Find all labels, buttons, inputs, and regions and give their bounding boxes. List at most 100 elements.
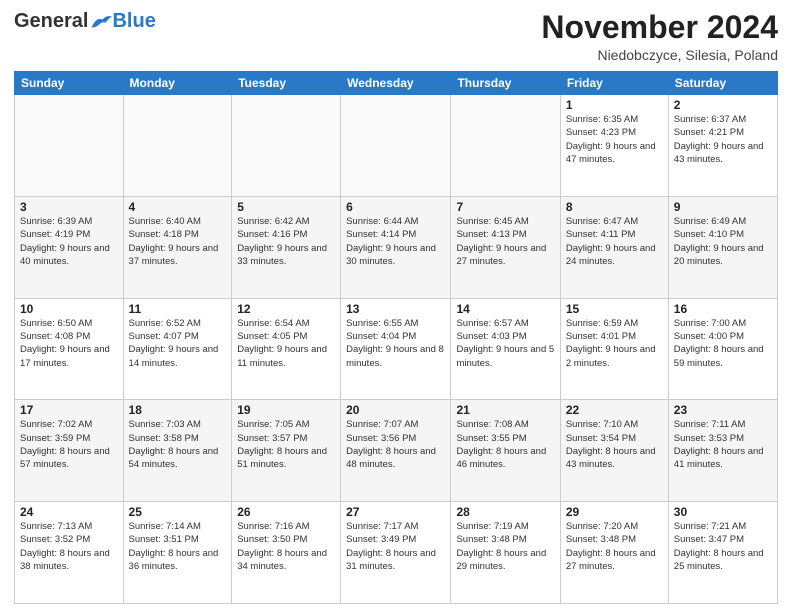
col-friday: Friday (560, 72, 668, 95)
day-number: 26 (237, 505, 335, 519)
day-info: Sunrise: 6:54 AM Sunset: 4:05 PM Dayligh… (237, 317, 335, 370)
day-info: Sunrise: 6:52 AM Sunset: 4:07 PM Dayligh… (129, 317, 227, 370)
logo-bird-icon (90, 13, 112, 31)
table-row: 12Sunrise: 6:54 AM Sunset: 4:05 PM Dayli… (232, 298, 341, 400)
title-block: November 2024 Niedobczyce, Silesia, Pola… (541, 10, 778, 63)
day-number: 6 (346, 200, 445, 214)
day-number: 16 (674, 302, 772, 316)
day-number: 25 (129, 505, 227, 519)
day-number: 2 (674, 98, 772, 112)
day-info: Sunrise: 7:19 AM Sunset: 3:48 PM Dayligh… (456, 520, 554, 573)
table-row: 18Sunrise: 7:03 AM Sunset: 3:58 PM Dayli… (123, 400, 232, 502)
calendar-week-3: 10Sunrise: 6:50 AM Sunset: 4:08 PM Dayli… (15, 298, 778, 400)
day-info: Sunrise: 7:21 AM Sunset: 3:47 PM Dayligh… (674, 520, 772, 573)
col-saturday: Saturday (668, 72, 777, 95)
table-row: 21Sunrise: 7:08 AM Sunset: 3:55 PM Dayli… (451, 400, 560, 502)
table-row: 29Sunrise: 7:20 AM Sunset: 3:48 PM Dayli… (560, 502, 668, 604)
table-row: 15Sunrise: 6:59 AM Sunset: 4:01 PM Dayli… (560, 298, 668, 400)
table-row: 26Sunrise: 7:16 AM Sunset: 3:50 PM Dayli… (232, 502, 341, 604)
day-info: Sunrise: 6:49 AM Sunset: 4:10 PM Dayligh… (674, 215, 772, 268)
day-number: 13 (346, 302, 445, 316)
location-subtitle: Niedobczyce, Silesia, Poland (541, 47, 778, 63)
col-thursday: Thursday (451, 72, 560, 95)
table-row: 16Sunrise: 7:00 AM Sunset: 4:00 PM Dayli… (668, 298, 777, 400)
day-info: Sunrise: 7:02 AM Sunset: 3:59 PM Dayligh… (20, 418, 118, 471)
calendar-table: Sunday Monday Tuesday Wednesday Thursday… (14, 71, 778, 604)
day-number: 15 (566, 302, 663, 316)
col-sunday: Sunday (15, 72, 124, 95)
day-info: Sunrise: 6:40 AM Sunset: 4:18 PM Dayligh… (129, 215, 227, 268)
table-row: 22Sunrise: 7:10 AM Sunset: 3:54 PM Dayli… (560, 400, 668, 502)
col-tuesday: Tuesday (232, 72, 341, 95)
day-number: 30 (674, 505, 772, 519)
table-row: 1Sunrise: 6:35 AM Sunset: 4:23 PM Daylig… (560, 95, 668, 197)
table-row: 11Sunrise: 6:52 AM Sunset: 4:07 PM Dayli… (123, 298, 232, 400)
calendar-week-5: 24Sunrise: 7:13 AM Sunset: 3:52 PM Dayli… (15, 502, 778, 604)
table-row (15, 95, 124, 197)
day-info: Sunrise: 7:08 AM Sunset: 3:55 PM Dayligh… (456, 418, 554, 471)
table-row: 20Sunrise: 7:07 AM Sunset: 3:56 PM Dayli… (341, 400, 451, 502)
day-number: 21 (456, 403, 554, 417)
day-number: 27 (346, 505, 445, 519)
day-info: Sunrise: 7:14 AM Sunset: 3:51 PM Dayligh… (129, 520, 227, 573)
logo: General Blue (14, 10, 156, 33)
day-info: Sunrise: 7:03 AM Sunset: 3:58 PM Dayligh… (129, 418, 227, 471)
table-row: 25Sunrise: 7:14 AM Sunset: 3:51 PM Dayli… (123, 502, 232, 604)
day-info: Sunrise: 6:47 AM Sunset: 4:11 PM Dayligh… (566, 215, 663, 268)
logo-general: General (14, 10, 88, 33)
day-number: 24 (20, 505, 118, 519)
day-number: 19 (237, 403, 335, 417)
table-row (232, 95, 341, 197)
calendar-week-1: 1Sunrise: 6:35 AM Sunset: 4:23 PM Daylig… (15, 95, 778, 197)
day-info: Sunrise: 6:39 AM Sunset: 4:19 PM Dayligh… (20, 215, 118, 268)
day-number: 22 (566, 403, 663, 417)
day-info: Sunrise: 6:55 AM Sunset: 4:04 PM Dayligh… (346, 317, 445, 370)
day-number: 29 (566, 505, 663, 519)
table-row: 27Sunrise: 7:17 AM Sunset: 3:49 PM Dayli… (341, 502, 451, 604)
day-number: 4 (129, 200, 227, 214)
day-info: Sunrise: 7:13 AM Sunset: 3:52 PM Dayligh… (20, 520, 118, 573)
table-row (123, 95, 232, 197)
table-row (451, 95, 560, 197)
day-info: Sunrise: 7:16 AM Sunset: 3:50 PM Dayligh… (237, 520, 335, 573)
day-number: 10 (20, 302, 118, 316)
table-row: 8Sunrise: 6:47 AM Sunset: 4:11 PM Daylig… (560, 196, 668, 298)
logo-blue: Blue (112, 10, 155, 33)
day-number: 28 (456, 505, 554, 519)
table-row: 30Sunrise: 7:21 AM Sunset: 3:47 PM Dayli… (668, 502, 777, 604)
day-number: 8 (566, 200, 663, 214)
calendar-header-row: Sunday Monday Tuesday Wednesday Thursday… (15, 72, 778, 95)
day-number: 9 (674, 200, 772, 214)
day-number: 20 (346, 403, 445, 417)
day-number: 12 (237, 302, 335, 316)
day-info: Sunrise: 6:45 AM Sunset: 4:13 PM Dayligh… (456, 215, 554, 268)
table-row: 5Sunrise: 6:42 AM Sunset: 4:16 PM Daylig… (232, 196, 341, 298)
day-info: Sunrise: 6:59 AM Sunset: 4:01 PM Dayligh… (566, 317, 663, 370)
month-year-title: November 2024 (541, 10, 778, 45)
day-number: 18 (129, 403, 227, 417)
table-row: 13Sunrise: 6:55 AM Sunset: 4:04 PM Dayli… (341, 298, 451, 400)
table-row: 24Sunrise: 7:13 AM Sunset: 3:52 PM Dayli… (15, 502, 124, 604)
day-info: Sunrise: 7:20 AM Sunset: 3:48 PM Dayligh… (566, 520, 663, 573)
table-row (341, 95, 451, 197)
day-info: Sunrise: 6:50 AM Sunset: 4:08 PM Dayligh… (20, 317, 118, 370)
day-info: Sunrise: 7:17 AM Sunset: 3:49 PM Dayligh… (346, 520, 445, 573)
table-row: 7Sunrise: 6:45 AM Sunset: 4:13 PM Daylig… (451, 196, 560, 298)
day-info: Sunrise: 7:05 AM Sunset: 3:57 PM Dayligh… (237, 418, 335, 471)
table-row: 3Sunrise: 6:39 AM Sunset: 4:19 PM Daylig… (15, 196, 124, 298)
table-row: 23Sunrise: 7:11 AM Sunset: 3:53 PM Dayli… (668, 400, 777, 502)
day-number: 14 (456, 302, 554, 316)
table-row: 2Sunrise: 6:37 AM Sunset: 4:21 PM Daylig… (668, 95, 777, 197)
day-info: Sunrise: 6:42 AM Sunset: 4:16 PM Dayligh… (237, 215, 335, 268)
table-row: 4Sunrise: 6:40 AM Sunset: 4:18 PM Daylig… (123, 196, 232, 298)
table-row: 17Sunrise: 7:02 AM Sunset: 3:59 PM Dayli… (15, 400, 124, 502)
day-info: Sunrise: 6:44 AM Sunset: 4:14 PM Dayligh… (346, 215, 445, 268)
day-info: Sunrise: 7:11 AM Sunset: 3:53 PM Dayligh… (674, 418, 772, 471)
table-row: 6Sunrise: 6:44 AM Sunset: 4:14 PM Daylig… (341, 196, 451, 298)
day-number: 7 (456, 200, 554, 214)
day-number: 11 (129, 302, 227, 316)
day-number: 23 (674, 403, 772, 417)
table-row: 19Sunrise: 7:05 AM Sunset: 3:57 PM Dayli… (232, 400, 341, 502)
day-number: 17 (20, 403, 118, 417)
page-header: General Blue November 2024 Niedobczyce, … (14, 10, 778, 63)
